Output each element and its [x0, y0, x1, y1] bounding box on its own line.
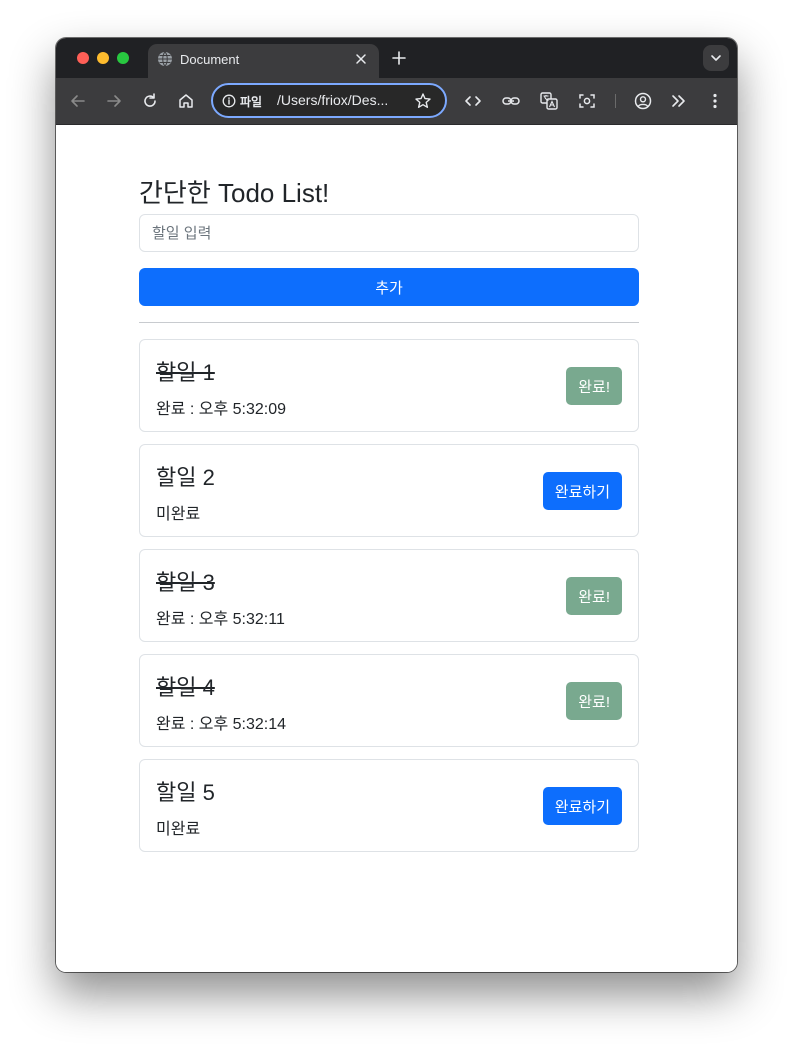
lens-icon[interactable]: [577, 91, 597, 111]
star-icon[interactable]: [414, 92, 432, 110]
todo-card: 할일 5 미완료 완료하기: [139, 759, 639, 852]
todo-card: 할일 2 미완료 완료하기: [139, 444, 639, 537]
reload-icon[interactable]: [140, 91, 160, 111]
todo-status: 완료 : 오후 5:32:09: [156, 401, 287, 418]
todo-status: 완료 : 오후 5:32:11: [156, 611, 285, 628]
new-tab-icon[interactable]: [390, 49, 408, 67]
profile-icon[interactable]: [633, 91, 653, 111]
minimize-window-button[interactable]: [97, 52, 109, 64]
todo-title: 할일 1: [156, 360, 215, 385]
add-button[interactable]: 추가: [139, 268, 639, 306]
todo-title: 할일 2: [156, 465, 215, 490]
todo-title: 할일 3: [156, 570, 215, 595]
maximize-window-button[interactable]: [117, 52, 129, 64]
link-icon[interactable]: [501, 91, 521, 111]
todo-list: 할일 1 완료 : 오후 5:32:09 완료! 할일 2 미완료 완료하기 할…: [139, 339, 639, 864]
code-icon[interactable]: [463, 91, 483, 111]
back-arrow-icon[interactable]: [68, 91, 88, 111]
page-content: 간단한 Todo List! 추가 할일 1 완료 : 오후 5:32:09 완…: [56, 125, 737, 972]
globe-icon: [157, 51, 173, 67]
todo-title: 할일 4: [156, 675, 215, 700]
todo-card: 할일 4 완료 : 오후 5:32:14 완료!: [139, 654, 639, 747]
tab-title: Document: [180, 52, 240, 67]
close-icon[interactable]: [354, 52, 368, 66]
todo-complete-button[interactable]: 완료하기: [542, 472, 622, 510]
translate-icon[interactable]: [539, 91, 559, 111]
close-window-button[interactable]: [77, 52, 89, 64]
divider: [139, 322, 639, 323]
todo-complete-button[interactable]: 완료!: [566, 577, 622, 615]
page-title: 간단한 Todo List!: [139, 178, 330, 208]
todo-complete-button[interactable]: 완료!: [566, 367, 622, 405]
address-bar[interactable]: 파일 /Users/friox/Des...: [211, 83, 447, 118]
url-text[interactable]: /Users/friox/Des...: [277, 92, 388, 108]
todo-status: 미완료: [156, 506, 201, 523]
todo-complete-button[interactable]: 완료하기: [542, 787, 622, 825]
more-menu-icon[interactable]: [705, 91, 725, 111]
todo-input[interactable]: [139, 214, 639, 252]
forward-arrow-icon[interactable]: [104, 91, 124, 111]
home-icon[interactable]: [176, 91, 196, 111]
info-icon[interactable]: [222, 94, 236, 108]
todo-complete-button[interactable]: 완료!: [566, 682, 622, 720]
site-info-chip[interactable]: 파일: [240, 93, 262, 110]
todo-title: 할일 5: [156, 780, 215, 805]
tab-document[interactable]: Document: [148, 44, 379, 78]
chevron-down-icon: [711, 55, 721, 61]
todo-status: 미완료: [156, 821, 201, 838]
todo-status: 완료 : 오후 5:32:14: [156, 716, 287, 733]
browser-window: Document 파일 /Users/friox/Des... 간단한 Todo…: [56, 38, 737, 972]
toolbar-divider: [615, 94, 616, 108]
todo-card: 할일 3 완료 : 오후 5:32:11 완료!: [139, 549, 639, 642]
extensions-overflow-icon[interactable]: [669, 91, 689, 111]
tab-search-button[interactable]: [703, 45, 729, 71]
browser-toolbar: 파일 /Users/friox/Des...: [56, 78, 737, 125]
todo-card: 할일 1 완료 : 오후 5:32:09 완료!: [139, 339, 639, 432]
tab-strip: Document: [56, 38, 737, 78]
